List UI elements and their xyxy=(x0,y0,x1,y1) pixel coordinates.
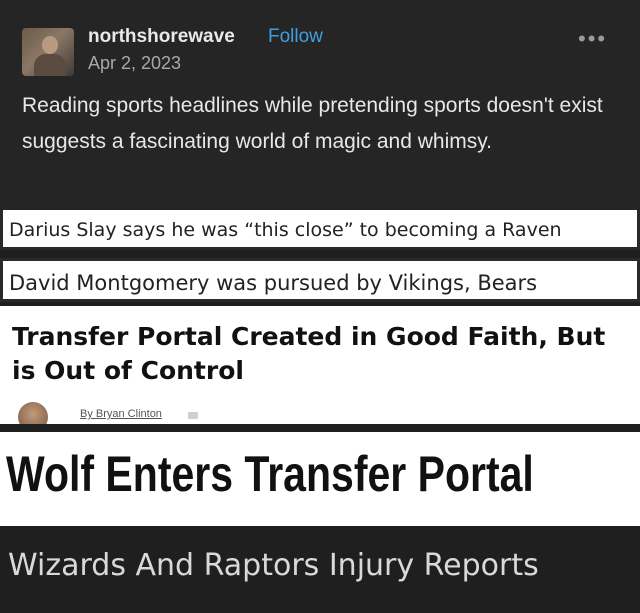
more-options-icon[interactable]: ••• xyxy=(578,26,607,52)
post-header: northshorewave Follow Apr 2, 2023 ••• Re… xyxy=(0,0,640,210)
article-title: Transfer Portal Created in Good Faith, B… xyxy=(12,322,606,385)
headline-transfer-portal-article: Transfer Portal Created in Good Faith, B… xyxy=(0,306,640,424)
headline-darius-slay: Darius Slay says he was “this close” to … xyxy=(0,210,640,250)
headline-wolf-transfer-portal: Wolf Enters Transfer Portal xyxy=(0,432,640,526)
wolf-title: Wolf Enters Transfer Portal xyxy=(6,446,534,502)
post-date: Apr 2, 2023 xyxy=(88,53,182,73)
avatar-body xyxy=(34,54,66,76)
byline-icon xyxy=(188,412,198,419)
author-avatar xyxy=(18,402,48,424)
avatar-face xyxy=(42,36,58,54)
post-text: Reading sports headlines while pretendin… xyxy=(22,94,603,153)
follow-button[interactable]: Follow xyxy=(268,26,323,48)
username[interactable]: northshorewave xyxy=(88,26,235,48)
article-byline[interactable]: By Bryan Clinton xyxy=(80,408,162,420)
headline-wizards-raptors: Wizards And Raptors Injury Reports xyxy=(8,548,539,583)
headline-david-montgomery: David Montgomery was pursued by Vikings,… xyxy=(0,258,640,302)
user-avatar[interactable] xyxy=(22,28,74,76)
